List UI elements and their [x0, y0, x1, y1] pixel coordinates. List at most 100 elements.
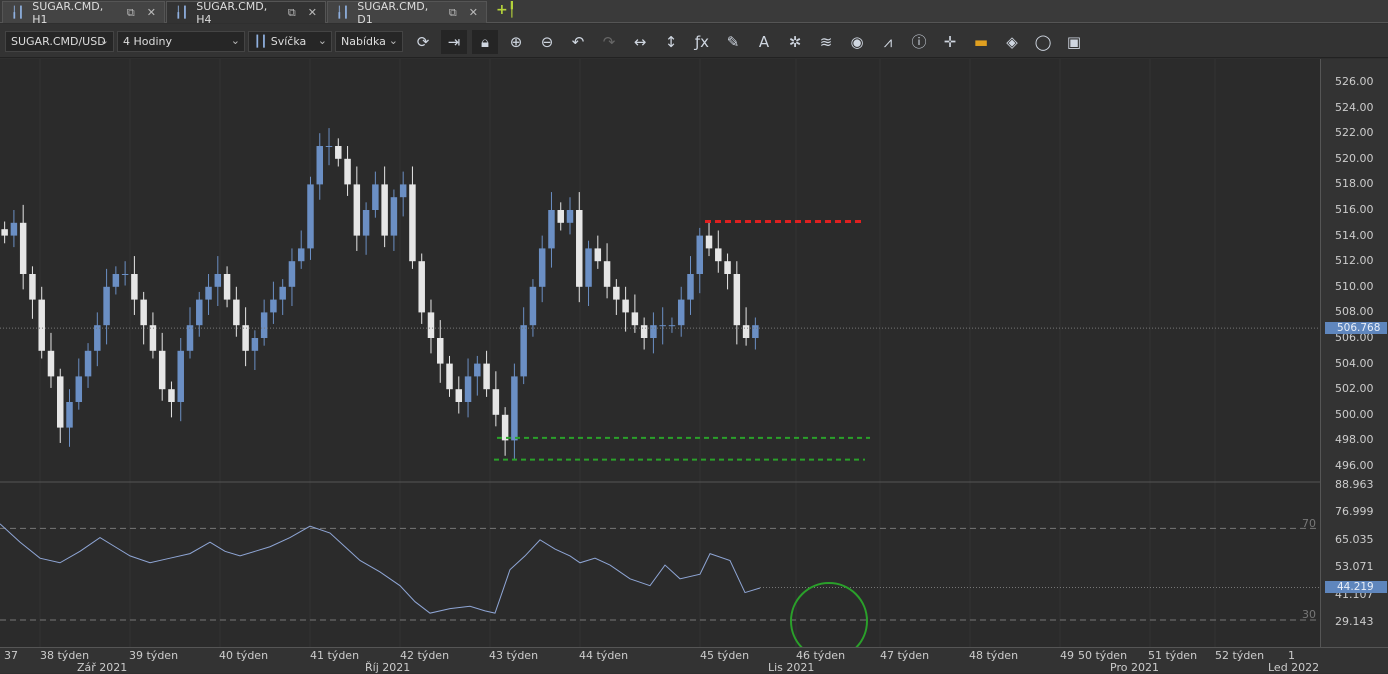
candle-body — [186, 325, 194, 351]
save-icon[interactable]: ▣ — [1061, 30, 1087, 54]
candle-icon: ╽┃ — [11, 6, 25, 19]
current-rsi-tag: 44.219 — [1325, 581, 1387, 594]
lock-icon[interactable]: 🔒︎ — [472, 30, 498, 54]
candle-body — [75, 376, 83, 402]
price-label: 496.00 — [1335, 459, 1374, 472]
horizontal-scale-icon[interactable]: ↔ — [627, 30, 653, 54]
week-label: 43 týden — [489, 649, 539, 662]
price-type-value: Nabídka — [341, 35, 386, 48]
candle-body — [10, 222, 18, 236]
candle-body — [446, 363, 453, 390]
candle-body — [705, 235, 713, 249]
candle-body — [501, 414, 509, 441]
paint-bucket-icon[interactable]: ◈ — [999, 30, 1025, 54]
candle-body — [242, 325, 249, 351]
detach-icon[interactable]: ⧉ — [127, 6, 135, 20]
chart-area[interactable]: 70 30 — [0, 59, 1320, 660]
eye-icon[interactable]: ◉ — [844, 30, 870, 54]
week-label: 52 týden — [1215, 649, 1265, 662]
week-label: 41 týden — [310, 649, 360, 662]
candle-body — [94, 325, 101, 351]
add-chart-icon[interactable]: +╿ — [496, 2, 516, 18]
symbol-select[interactable]: SUGAR.CMD/USD ⌄ — [5, 31, 114, 52]
candle-body — [409, 184, 416, 262]
timeframe-select[interactable]: 4 Hodiny ⌄ — [117, 31, 245, 52]
price-label: 518.00 — [1335, 177, 1374, 191]
crosshair-icon[interactable]: ✲ — [782, 30, 808, 54]
price-type-select[interactable]: Nabídka ⌄ — [335, 31, 403, 52]
candle-body — [576, 210, 583, 287]
price-axis[interactable]: 526.00 524.00 522.00 520.00 518.00 516.00 514.… — [1320, 59, 1388, 647]
week-label: 49 — [1060, 649, 1074, 662]
tab-bar: ╽┃ SUGAR.CMD, H1 ⧉ ✕ ╽┃ SUGAR.CMD, H4 ⧉ ✕ ╽┃ SU… — [0, 0, 1388, 26]
chart-type-select[interactable]: ┃┃ Svíčka ⌄ — [248, 31, 332, 52]
candle-body — [353, 184, 361, 236]
candle-body — [233, 299, 240, 326]
candle-body — [344, 158, 351, 185]
candle-body — [668, 325, 676, 327]
candle-body — [307, 184, 314, 249]
timeframe-value: 4 Hodiny — [123, 35, 173, 48]
tab-h4[interactable]: ╽┃ SUGAR.CMD, H4 ⧉ ✕ — [166, 0, 326, 26]
candle-body — [47, 350, 55, 377]
candle-body — [594, 248, 602, 262]
autoscroll-icon[interactable]: ⇥ — [441, 30, 467, 54]
refresh-icon[interactable]: ⟳ — [410, 30, 436, 54]
detach-icon[interactable]: ⧉ — [449, 6, 457, 20]
candle-body — [715, 248, 722, 262]
price-label: 516.00 — [1335, 203, 1374, 216]
candle-body — [335, 146, 342, 159]
candle-body — [742, 325, 750, 338]
info-icon[interactable]: ⓘ — [906, 30, 932, 54]
time-axis[interactable]: 37 38 týden 39 týden 40 týden 41 týden 42 týd… — [0, 647, 1388, 674]
chart-type-value: Svíčka — [270, 35, 307, 48]
zoom-in-icon[interactable]: ⊕ — [503, 30, 529, 54]
pencil-icon[interactable]: ✎ — [720, 30, 746, 54]
rsi-label: 76.999 — [1335, 505, 1374, 519]
fx-indicator-icon[interactable]: ƒx — [689, 30, 715, 54]
close-icon[interactable]: ✕ — [308, 6, 317, 19]
candle-body — [158, 350, 166, 390]
candle-body — [677, 299, 685, 326]
zoom-out-icon[interactable]: ⊖ — [534, 30, 560, 54]
candle-body — [733, 274, 741, 326]
candle-body — [103, 286, 110, 326]
candle-body — [529, 286, 537, 326]
rsi-level-70: 70 — [1302, 517, 1316, 530]
color-bar-icon[interactable]: ▬ — [968, 30, 994, 54]
close-icon[interactable]: ✕ — [469, 6, 478, 19]
candle-body — [316, 146, 323, 185]
chevron-down-icon: ⌄ — [388, 34, 398, 47]
detach-icon[interactable]: ⧉ — [288, 6, 296, 20]
undo-icon[interactable]: ↶ — [565, 30, 591, 54]
rsi-line — [0, 523, 761, 614]
cursor-icon[interactable]: ✛ — [937, 30, 963, 54]
text-icon[interactable]: A — [751, 30, 777, 54]
circle-icon[interactable]: ◯ — [1030, 30, 1056, 54]
candle-body — [399, 184, 407, 198]
tab-label: SUGAR.CMD, H4 — [196, 0, 268, 26]
candle-body — [585, 248, 592, 287]
redo-icon[interactable]: ↷ — [596, 30, 622, 54]
candle-body — [372, 184, 379, 210]
candle-body — [270, 299, 277, 313]
week-label: 44 týden — [579, 649, 629, 662]
layers-icon[interactable]: ≋ — [813, 30, 839, 54]
close-icon[interactable]: ✕ — [147, 6, 156, 19]
candle-body — [752, 325, 759, 338]
chart-svg[interactable] — [0, 59, 1320, 660]
candle-body — [168, 389, 175, 402]
candle-body — [29, 274, 36, 300]
chart-compare-icon[interactable]: ⩘ — [875, 30, 901, 54]
candle-body — [381, 184, 388, 236]
toolbar: SUGAR.CMD/USD ⌄ 4 Hodiny ⌄ ┃┃ Svíčka ⌄ Nabí… — [0, 24, 1388, 58]
week-label: 48 týden — [969, 649, 1019, 662]
tab-d1[interactable]: ╽┃ SUGAR.CMD, D1 ⧉ ✕ — [327, 0, 487, 26]
vertical-scale-icon[interactable]: ↕ — [658, 30, 684, 54]
candle-body — [57, 376, 64, 428]
chevron-down-icon: ⌄ — [230, 34, 240, 47]
tab-h1[interactable]: ╽┃ SUGAR.CMD, H1 ⧉ ✕ — [2, 0, 165, 26]
candle-body — [177, 350, 184, 402]
candle-body — [223, 274, 231, 300]
annotation-circle — [790, 582, 868, 660]
